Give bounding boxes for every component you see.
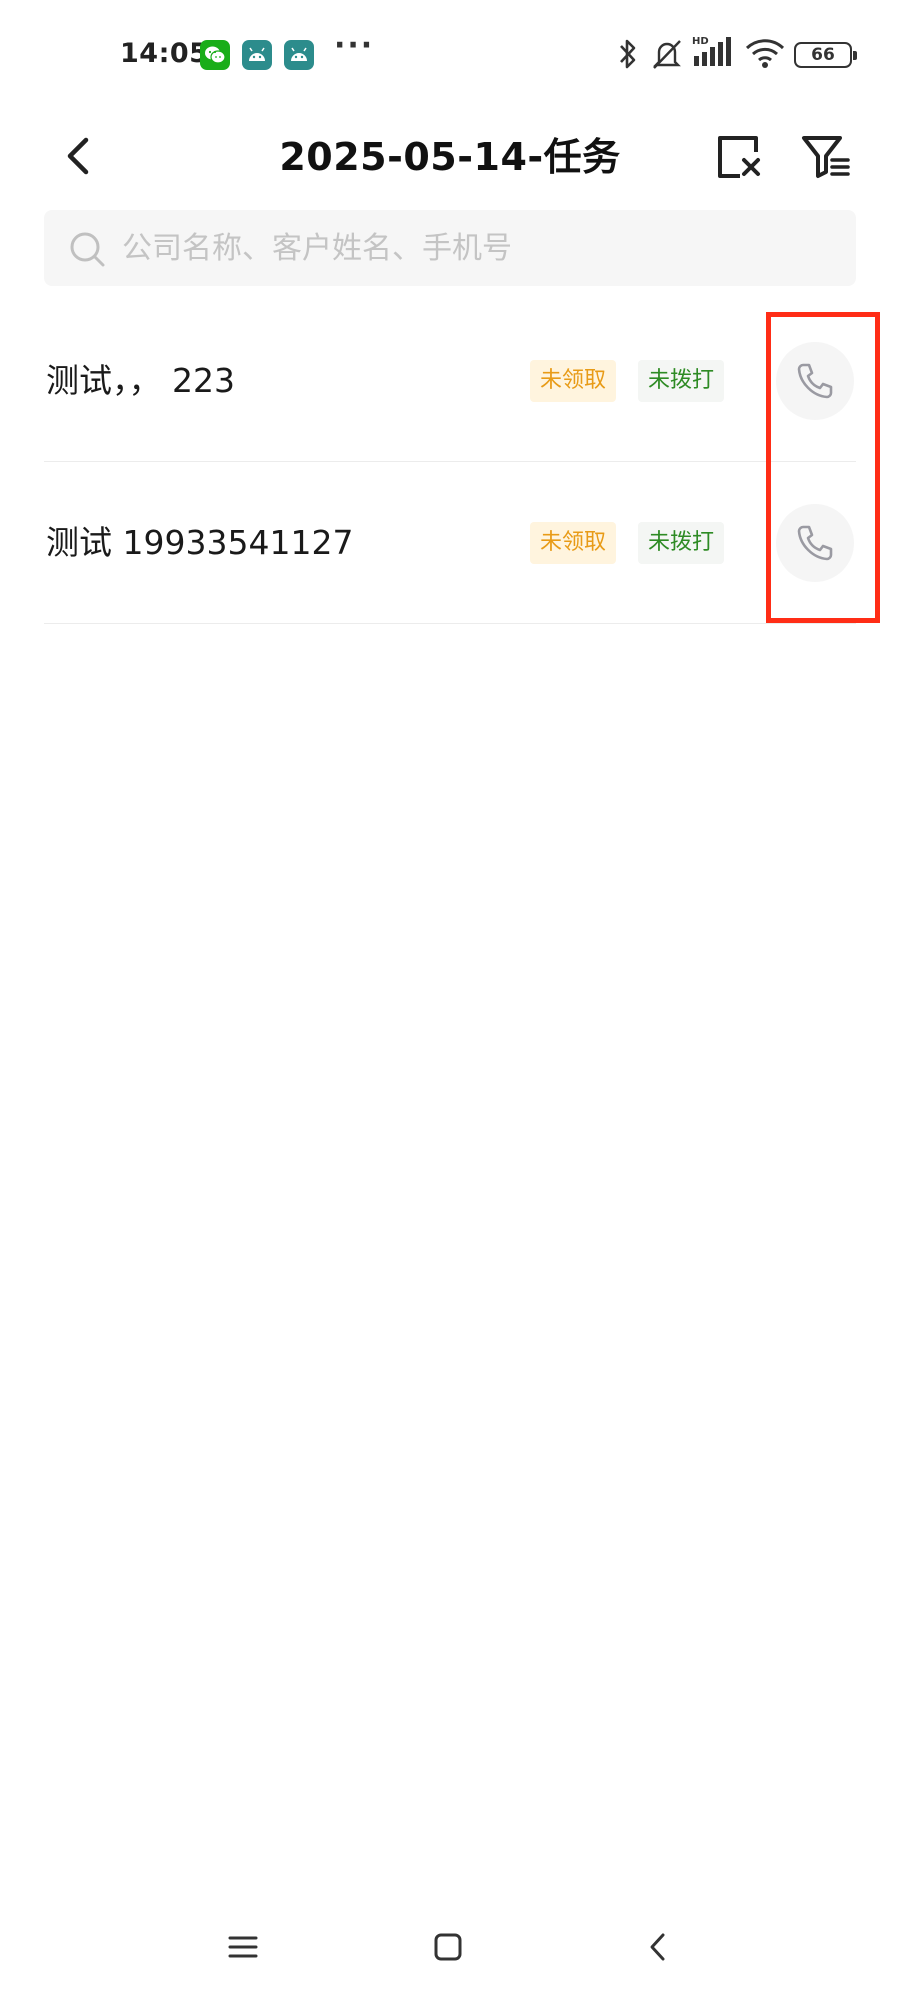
status-bar: 14:05 ··· HD 66 xyxy=(0,0,900,110)
call-buttons-highlight xyxy=(766,312,880,623)
app-header: 2025-05-14-任务 xyxy=(0,110,900,210)
filter-icon xyxy=(802,136,850,178)
task-list-page: 14:05 ··· HD 66 2025-05-14-任务 公司名称、客户姓名、… xyxy=(0,0,900,2000)
wifi-icon xyxy=(745,39,785,68)
home-square-icon xyxy=(434,1933,462,1961)
more-notifications-icon: ··· xyxy=(334,28,375,63)
bluetooth-icon xyxy=(620,39,636,69)
menu-icon xyxy=(228,1936,258,1958)
home-button[interactable] xyxy=(418,1922,478,1972)
chevron-left-icon xyxy=(650,1933,665,1961)
search-input[interactable] xyxy=(122,210,822,286)
filter-button[interactable] xyxy=(798,126,854,186)
status-time: 14:05 xyxy=(120,38,209,69)
battery-indicator: 66 xyxy=(794,42,857,68)
system-back-button[interactable] xyxy=(628,1922,688,1972)
claim-status-badge: 未领取 xyxy=(530,360,617,402)
android-notification-icon xyxy=(242,40,272,70)
mute-bell-icon xyxy=(653,40,681,69)
wechat-notification-icon xyxy=(200,40,230,70)
task-row[interactable]: 测试 19933541127 未领取 未拨打 xyxy=(44,462,856,624)
call-status-badge: 未拨打 xyxy=(638,522,725,564)
task-name: 测试 19933541127 xyxy=(46,523,354,562)
signal-icon: HD xyxy=(692,36,731,66)
search-icon xyxy=(70,232,105,267)
system-nav-bar xyxy=(0,1900,900,2000)
task-name: 测试，， 223 xyxy=(46,361,235,400)
claim-status-badge: 未领取 xyxy=(530,522,617,564)
task-row[interactable]: 测试，， 223 未领取 未拨打 xyxy=(44,300,856,462)
task-list: 测试，， 223 未领取 未拨打 测试 19933541127 未领取 未拨打 xyxy=(44,300,856,624)
search-box xyxy=(44,210,856,286)
menu-button[interactable] xyxy=(213,1922,273,1972)
call-status-badge: 未拨打 xyxy=(638,360,725,402)
android-notification-icon xyxy=(284,40,314,70)
clear-selection-icon xyxy=(718,136,760,178)
network-label: HD xyxy=(692,36,709,47)
clear-selection-button[interactable] xyxy=(712,126,768,186)
